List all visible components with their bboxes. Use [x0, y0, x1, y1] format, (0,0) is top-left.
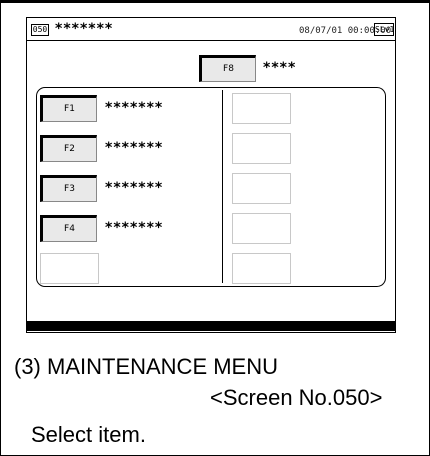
f1-label: ******* — [105, 100, 164, 116]
section-title: (3) MAINTENANCE MENU — [14, 354, 279, 379]
instruction-text: Select item. — [31, 422, 146, 447]
empty-key-slot — [232, 173, 291, 204]
security-level-badge: SLv1 — [374, 23, 395, 36]
panel-divider — [222, 90, 223, 283]
empty-key-slot — [232, 213, 291, 244]
empty-key-slot — [232, 93, 291, 124]
f8-label: **** — [263, 60, 297, 76]
f3-button[interactable]: F3 — [40, 175, 97, 202]
empty-key-slot — [40, 253, 99, 284]
f2-label: ******* — [105, 140, 164, 156]
screen-number: 050 — [31, 24, 49, 36]
screen-bottom-bar — [26, 321, 396, 331]
f2-button[interactable]: F2 — [40, 135, 97, 162]
empty-key-slot — [232, 253, 291, 284]
f1-button[interactable]: F1 — [40, 95, 97, 122]
f3-label: ******* — [105, 180, 164, 196]
screen-number-caption: <Screen No.050> — [210, 385, 383, 410]
f4-button[interactable]: F4 — [40, 215, 97, 242]
screen-title: ******* — [55, 21, 114, 37]
hmi-screen: 050 ******* 08/07/01 00:00:00 SLv1 F8 **… — [26, 17, 396, 333]
f8-button[interactable]: F8 — [199, 55, 256, 82]
f4-label: ******* — [105, 220, 164, 236]
header-divider — [27, 40, 395, 41]
empty-key-slot — [232, 133, 291, 164]
